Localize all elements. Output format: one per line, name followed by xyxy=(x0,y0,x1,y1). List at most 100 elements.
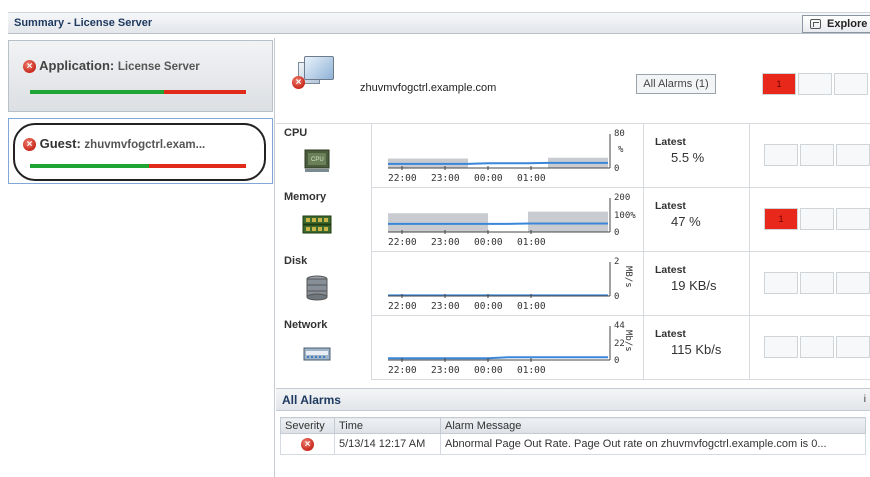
latest-value-cell: Latest 5.5 % xyxy=(644,124,750,188)
host-row: × zhuvmvfogctrl.example.com All Alarms (… xyxy=(276,38,870,124)
all-alarms-title: All Alarms xyxy=(282,393,341,407)
table-row[interactable]: × 5/13/14 12:17 AM Abnormal Page Out Rat… xyxy=(280,433,866,455)
metric-row-disk: Disk 22:00 23:00 00:00 01:00 2 0 MB/s Latest 1… xyxy=(276,252,870,316)
sparkline-svg: 22:00 23:00 00:00 01:00 200 0 100% xyxy=(388,193,636,248)
metric-label-cell: CPU CPU xyxy=(276,124,372,188)
x-tick-label: 01:00 xyxy=(517,301,546,312)
x-tick-label: 22:00 xyxy=(388,301,417,312)
alarm-cell[interactable] xyxy=(800,272,834,294)
alarms-table-header: Severity Time Alarm Message xyxy=(280,417,866,434)
metric-sparkline[interactable]: 22:00 23:00 00:00 01:00 200 0 100% xyxy=(372,188,644,252)
alarm-count-cell[interactable]: 1 xyxy=(762,73,796,95)
page-title: Summary - License Server xyxy=(14,17,153,29)
right-panel: × zhuvmvfogctrl.example.com All Alarms (… xyxy=(276,38,870,477)
info-icon[interactable]: i xyxy=(864,394,866,405)
latest-label: Latest xyxy=(655,136,686,148)
application-prefix: Application: xyxy=(39,58,115,73)
x-tick-label: 22:00 xyxy=(388,365,417,376)
latest-label: Latest xyxy=(655,200,686,212)
y-axis-bottom-label: 0 xyxy=(614,228,619,238)
y-axis-unit-label: Mb/s xyxy=(623,330,633,352)
host-monitor-icon: × xyxy=(292,54,338,89)
application-tile-label: × Application: License Server xyxy=(23,58,200,74)
x-tick-label: 00:00 xyxy=(474,237,503,248)
all-alarms-panel: All Alarms i Severity Time Alarm Message… xyxy=(276,388,870,477)
latest-value: 47 % xyxy=(671,214,701,229)
y-axis-unit-label: % xyxy=(618,145,624,155)
y-axis-unit-label: MB/s xyxy=(623,266,633,288)
column-severity[interactable]: Severity xyxy=(280,417,335,434)
metric-name: CPU xyxy=(284,127,308,139)
y-axis-top-label: 200 xyxy=(614,193,630,203)
highlight-annotation-oval xyxy=(13,123,266,181)
y-axis-bottom-label: 0 xyxy=(614,292,619,302)
x-tick-label: 00:00 xyxy=(474,301,503,312)
y-axis-mid-label: 100% xyxy=(614,211,636,221)
sparkline-svg: 22:00 23:00 00:00 01:0044022Mb/s xyxy=(388,321,633,376)
column-time[interactable]: Time xyxy=(334,417,441,434)
x-tick-label: 22:00 xyxy=(388,173,417,184)
alarms-table: Severity Time Alarm Message × 5/13/14 12… xyxy=(280,417,866,455)
metric-sparkline[interactable]: 22:00 23:00 00:00 01:00 2 0 MB/s xyxy=(372,252,644,316)
metric-sparkline[interactable]: 22:00 23:00 00:00 01:00 44 0 22 Mb/s xyxy=(372,316,644,380)
alarm-cell[interactable] xyxy=(836,208,870,230)
metric-label-cell: Memory xyxy=(276,188,372,252)
y-axis-bottom-label: 0 xyxy=(614,356,619,366)
alarm-cell[interactable] xyxy=(800,208,834,230)
latest-value: 5.5 % xyxy=(671,150,705,165)
x-tick-label: 23:00 xyxy=(431,365,460,376)
memory-icon xyxy=(302,210,332,238)
network-icon xyxy=(302,338,332,366)
application-tile[interactable]: × Application: License Server xyxy=(8,40,273,112)
guest-tile[interactable]: × Guest: zhuvmvfogctrl.exam... xyxy=(8,118,273,184)
alarm-cell[interactable] xyxy=(836,144,870,166)
latest-value: 115 Kb/s xyxy=(671,342,722,357)
error-icon: × xyxy=(292,76,305,89)
metric-sparkline[interactable]: 22:00 23:00 00:00 01:00 80 0% xyxy=(372,124,644,188)
latest-value-cell: Latest 47 % xyxy=(644,188,750,252)
host-alarm-cells: 1 xyxy=(762,73,870,95)
sparkline-svg: 22:00 23:00 00:00 01:00 80 0% xyxy=(388,129,625,184)
alarm-cell[interactable] xyxy=(764,272,798,294)
explore-icon xyxy=(810,19,821,29)
alarm-cell[interactable] xyxy=(836,336,870,358)
error-icon: × xyxy=(23,60,36,74)
alarm-cell[interactable]: 1 xyxy=(764,208,798,230)
column-alarm-message[interactable]: Alarm Message xyxy=(440,417,866,434)
disk-icon xyxy=(302,274,332,302)
y-axis-top-label: 2 xyxy=(614,257,619,267)
area-series xyxy=(528,211,608,232)
error-icon: × xyxy=(301,437,314,451)
explore-button[interactable]: Explore xyxy=(802,15,870,33)
alarm-cell[interactable] xyxy=(836,272,870,294)
metric-row-memory: Memory 22:00 23:00 00:00 01:00 200 0 100% Late… xyxy=(276,188,870,252)
x-tick-label: 23:00 xyxy=(431,173,460,184)
alarm-cell[interactable] xyxy=(834,73,868,95)
application-health-ok xyxy=(30,90,164,94)
alarm-cell[interactable] xyxy=(764,336,798,358)
metric-name: Network xyxy=(284,319,328,331)
all-alarms-button[interactable]: All Alarms (1) xyxy=(636,74,716,94)
metric-alarm-cells xyxy=(764,144,870,166)
x-tick-label: 01:00 xyxy=(517,237,546,248)
x-tick-label: 00:00 xyxy=(474,365,503,376)
latest-value-cell: Latest 115 Kb/s xyxy=(644,316,750,380)
explore-label: Explore xyxy=(827,18,868,30)
metric-alarm-cells xyxy=(764,336,870,358)
alarm-cell[interactable] xyxy=(800,144,834,166)
x-tick-label: 01:00 xyxy=(517,173,546,184)
metric-label-cell: Network xyxy=(276,316,372,380)
all-alarms-header: All Alarms i xyxy=(276,389,870,411)
x-tick-label: 01:00 xyxy=(517,365,546,376)
alarm-cell[interactable] xyxy=(800,336,834,358)
metric-name: Memory xyxy=(284,191,327,203)
x-tick-label: 00:00 xyxy=(474,173,503,184)
message-cell: Abnormal Page Out Rate. Page Out rate on… xyxy=(440,433,866,455)
y-axis-top-label: 80 xyxy=(614,129,625,139)
x-tick-label: 22:00 xyxy=(388,237,417,248)
alarm-cell[interactable] xyxy=(764,144,798,166)
alarm-cell[interactable] xyxy=(798,73,832,95)
severity-cell: × xyxy=(280,433,335,455)
application-name: License Server xyxy=(117,61,200,73)
latest-label: Latest xyxy=(655,264,686,276)
